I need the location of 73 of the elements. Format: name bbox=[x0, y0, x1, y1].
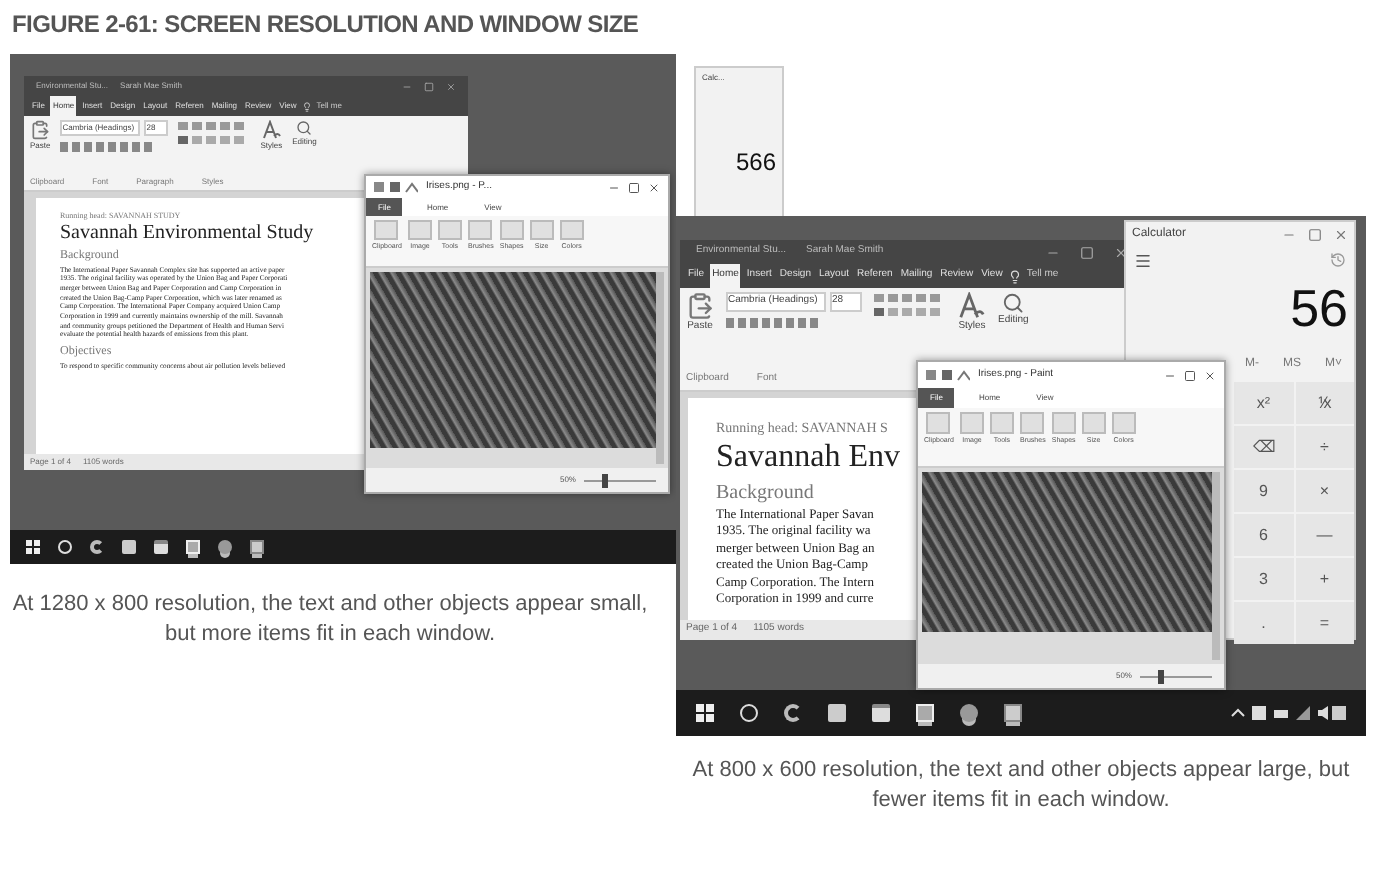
quick-access-icons-drawing[interactable] bbox=[926, 369, 970, 381]
paste-icon[interactable] bbox=[30, 120, 51, 140]
close-icon[interactable] bbox=[1334, 228, 1348, 242]
caption: At 1280 x 800 resolution, the text and other objects appear small, but more items fit in each window. bbox=[10, 590, 650, 650]
shopping-bag-icon[interactable] bbox=[154, 540, 168, 554]
lightbulb-icon bbox=[302, 101, 313, 111]
document-heading: Savannah Environmental Study bbox=[60, 222, 314, 247]
search-icon[interactable] bbox=[1002, 292, 1025, 315]
calculator-key[interactable]: 3 bbox=[1234, 558, 1293, 600]
system-tray-icons-drawing[interactable] bbox=[1230, 704, 1346, 722]
document-app-icon[interactable] bbox=[186, 540, 200, 554]
calculator-icon[interactable] bbox=[250, 540, 264, 554]
minimize-icon[interactable] bbox=[1164, 369, 1176, 381]
windows-logo-icon[interactable] bbox=[26, 540, 40, 554]
calculator-key[interactable]: × bbox=[1295, 470, 1354, 512]
tool-icon[interactable] bbox=[437, 220, 462, 240]
close-icon[interactable] bbox=[1204, 369, 1216, 381]
calculator-display: 56 bbox=[1288, 276, 1350, 342]
maximize-icon[interactable] bbox=[1184, 369, 1196, 381]
tool-icon[interactable] bbox=[926, 412, 951, 434]
tool-icon[interactable] bbox=[1081, 412, 1106, 434]
calculator-key[interactable]: x² bbox=[1234, 382, 1293, 424]
maximize-icon[interactable] bbox=[628, 181, 640, 193]
tool-icon[interactable] bbox=[959, 412, 984, 434]
lightbulb-icon bbox=[1008, 269, 1023, 283]
document-app-icon[interactable] bbox=[916, 704, 934, 722]
paste-icon[interactable] bbox=[686, 292, 714, 320]
calculator-key[interactable]: . bbox=[1234, 602, 1293, 644]
maximize-icon[interactable] bbox=[1308, 228, 1322, 242]
calculator-key[interactable]: 6 bbox=[1234, 514, 1293, 556]
document-heading: Savannah Env bbox=[716, 438, 900, 478]
section-heading: Background bbox=[716, 480, 814, 508]
browser-icon[interactable] bbox=[784, 704, 802, 722]
calculator-icon[interactable] bbox=[1004, 704, 1022, 722]
slider-thumb[interactable] bbox=[602, 473, 609, 487]
calculator-key[interactable]: 9 bbox=[1234, 470, 1293, 512]
calculator-key[interactable]: — bbox=[1295, 514, 1354, 556]
history-icon[interactable] bbox=[1330, 252, 1346, 268]
calculator-display: 566 bbox=[733, 146, 778, 180]
calculator-key[interactable]: ÷ bbox=[1295, 426, 1354, 468]
tool-icon[interactable] bbox=[468, 220, 493, 240]
tool-icon[interactable] bbox=[529, 220, 554, 240]
shopping-bag-icon[interactable] bbox=[872, 704, 890, 722]
scrollbar[interactable] bbox=[656, 272, 664, 464]
tool-icon[interactable] bbox=[1051, 412, 1076, 434]
caption: At 800 x 600 resolution, the text and other objects appear large, but fewer items fit in each window. bbox=[690, 756, 1352, 816]
tool-icon[interactable] bbox=[1020, 412, 1045, 434]
tool-icon[interactable] bbox=[989, 412, 1014, 434]
paragraph-buttons-drawing[interactable] bbox=[874, 292, 946, 320]
menu-icon[interactable] bbox=[1134, 252, 1152, 270]
calculator-key[interactable]: + bbox=[1295, 558, 1354, 600]
browser-icon[interactable] bbox=[90, 540, 104, 554]
calculator-key[interactable]: ⅟x bbox=[1295, 382, 1354, 424]
close-icon[interactable] bbox=[648, 181, 660, 193]
minimize-icon[interactable] bbox=[1282, 228, 1296, 242]
styles-icon[interactable] bbox=[958, 292, 986, 320]
minimize-icon[interactable] bbox=[402, 81, 412, 91]
figure-title: FIGURE 2-61: SCREEN RESOLUTION AND WINDOW SIZE bbox=[12, 8, 639, 42]
tool-icon[interactable] bbox=[407, 220, 432, 240]
tool-icon[interactable] bbox=[374, 220, 399, 240]
windows-logo-icon[interactable] bbox=[696, 704, 714, 722]
calculator-key[interactable]: = bbox=[1295, 602, 1354, 644]
tool-icon[interactable] bbox=[499, 220, 524, 240]
tool-icon[interactable] bbox=[559, 220, 584, 240]
tool-icon[interactable] bbox=[1111, 412, 1136, 434]
styles-icon[interactable] bbox=[261, 120, 282, 140]
maximize-icon[interactable] bbox=[1080, 245, 1094, 259]
calculator-key[interactable]: ⌫ bbox=[1234, 426, 1293, 468]
minimize-icon[interactable] bbox=[608, 181, 620, 193]
slider-thumb[interactable] bbox=[1158, 669, 1165, 683]
scrollbar[interactable] bbox=[1212, 472, 1220, 660]
search-icon[interactable] bbox=[296, 120, 313, 136]
quick-access-icons-drawing[interactable] bbox=[374, 181, 418, 193]
